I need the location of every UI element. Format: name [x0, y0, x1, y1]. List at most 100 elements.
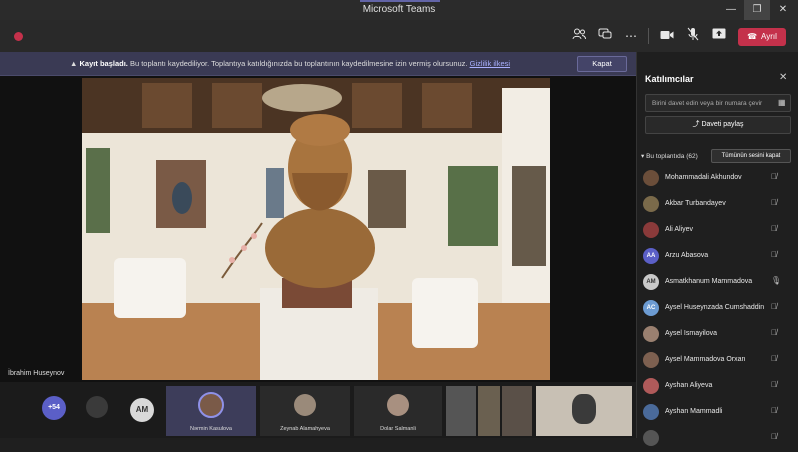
invite-input[interactable]: Birini davet edin veya bir numara çevir … — [645, 94, 791, 112]
avatar — [643, 170, 659, 186]
participant-name: Aysel Ismayilova — [665, 330, 718, 337]
avatar — [198, 392, 224, 418]
participant-tile[interactable]: Zeynab Alamahyeva — [260, 386, 350, 436]
avatar — [572, 394, 596, 424]
mic-off-icon: 🎙̸ — [771, 198, 777, 207]
avatar — [387, 394, 409, 416]
participant-video-tile[interactable] — [536, 386, 632, 436]
participant-video-tile[interactable] — [446, 386, 476, 436]
participant-tile[interactable]: Dolar Salmanli — [354, 386, 442, 436]
participant-row[interactable]: Ayshan Mammadli 🎙̸ — [637, 400, 798, 426]
section-label: Bu toplantıda (62) — [646, 153, 698, 160]
participant-tile[interactable]: AM — [122, 386, 162, 436]
avatar — [643, 378, 659, 394]
warning-icon: ▲ — [70, 59, 80, 68]
recording-title: Kayıt başladı. — [79, 59, 128, 68]
participant-name: Aysel Huseynzada Cumshaddin — [665, 304, 765, 311]
participant-name: Aysel Mammadova Orxan — [665, 356, 746, 363]
participant-row[interactable]: 🎙̸ — [637, 426, 798, 452]
recording-indicator-icon — [14, 32, 23, 41]
share-tray-icon[interactable] — [710, 27, 728, 45]
participant-strip: +54 AM Nərmin Kasulova Zeynab Alamahyeva… — [0, 382, 636, 438]
participant-name: Mohammadali Akhundov — [665, 174, 742, 181]
participants-panel: Katılımcılar ✕ Birini davet edin veya bi… — [636, 52, 798, 446]
title-accent-line — [360, 0, 440, 2]
meeting-toolbar: ⋯ ☎ Ayrıl — [0, 20, 798, 52]
participant-video-tile[interactable] — [478, 386, 500, 436]
avatar — [643, 326, 659, 342]
privacy-policy-link[interactable]: Gizlilik ilkesi — [470, 59, 510, 68]
participant-name: Ali Aliyev — [665, 226, 694, 233]
minimize-button[interactable]: — — [718, 0, 744, 20]
participant-name: Ayshan Mammadli — [665, 408, 723, 415]
participant-name: Zeynab Alamahyeva — [280, 426, 330, 432]
main-stage: İbrahim Huseynov — [0, 76, 636, 382]
participant-name: Dolar Salmanli — [380, 426, 416, 432]
invite-placeholder: Birini davet edin veya bir numara çevir — [652, 100, 763, 107]
in-meeting-section[interactable]: ▾ Bu toplantıda (62) — [641, 152, 698, 160]
close-window-button[interactable]: ✕ — [770, 0, 796, 20]
toolbar-divider — [648, 28, 649, 44]
participant-row[interactable]: Ayshan Aliyeva 🎙̸ — [637, 374, 798, 400]
mic-on-icon: 🎙 — [771, 276, 782, 285]
avatar — [643, 430, 659, 446]
mic-off-icon: 🎙̸ — [771, 250, 777, 259]
mic-off-icon: 🎙̸ — [771, 354, 777, 363]
mic-off-icon: 🎙̸ — [771, 406, 777, 415]
share-invite-label: Daveti paylaş — [701, 121, 744, 128]
participant-tile[interactable] — [80, 386, 116, 436]
participant-name: Arzu Abasova — [665, 252, 709, 259]
participant-tile-active[interactable]: Nərmin Kasulova — [166, 386, 256, 436]
panel-title: Katılımcılar — [645, 74, 694, 84]
participant-row[interactable]: Aysel Ismayilova 🎙̸ — [637, 322, 798, 348]
avatar — [643, 196, 659, 212]
avatar — [643, 352, 659, 368]
overflow-participants-badge[interactable]: +54 — [42, 396, 66, 420]
share-invite-button[interactable]: ⤴ Daveti paylaş — [645, 116, 791, 134]
mic-off-icon: 🎙̸ — [771, 224, 777, 233]
mute-all-button[interactable]: Tümünün sesini kapat — [711, 149, 791, 163]
participant-row[interactable]: Akbar Turbandayev 🎙̸ — [637, 192, 798, 218]
restore-button[interactable]: ❐ — [744, 0, 770, 20]
participant-name: Akbar Turbandayev — [665, 200, 726, 207]
participant-video-tile[interactable] — [502, 386, 532, 436]
recording-message: ▲ Kayıt başladı. Bu toplantı kaydediliyo… — [70, 59, 510, 68]
close-panel-icon[interactable]: ✕ — [779, 72, 787, 83]
avatar-initials: AC — [643, 300, 659, 316]
leave-button[interactable]: ☎ Ayrıl — [738, 28, 786, 46]
more-icon[interactable]: ⋯ — [622, 27, 640, 45]
participant-row[interactable]: AA Arzu Abasova 🎙̸ — [637, 244, 798, 270]
participant-row[interactable]: Aysel Mammadova Orxan 🎙̸ — [637, 348, 798, 374]
participant-name: Nərmin Kasulova — [190, 426, 232, 432]
mic-off-icon: 🎙̸ — [771, 172, 777, 181]
chat-icon[interactable] — [596, 27, 614, 45]
avatar-initials: AM — [130, 398, 154, 422]
camera-icon[interactable] — [658, 27, 676, 45]
avatar-initials: AA — [643, 248, 659, 264]
mic-off-icon: 🎙̸ — [771, 380, 777, 389]
participant-row[interactable]: Ali Aliyev 🎙̸ — [637, 218, 798, 244]
participant-row[interactable]: AM Asmatkhanum Mammadova 🎙 — [637, 270, 798, 296]
avatar — [643, 404, 659, 420]
dialpad-icon[interactable]: ▦ — [778, 98, 786, 107]
avatar — [643, 222, 659, 238]
mic-off-icon: 🎙̸ — [771, 432, 777, 441]
participant-name: Ayshan Aliyeva — [665, 382, 713, 389]
speaker-name-label: İbrahim Huseynov — [8, 370, 65, 377]
participant-row[interactable]: AC Aysel Huseynzada Cumshaddin 🎙̸ — [637, 296, 798, 322]
phone-hangup-icon: ☎ — [747, 32, 758, 41]
recording-banner: ▲ Kayıt başladı. Bu toplantı kaydediliyo… — [0, 52, 636, 76]
window-title: Microsoft Teams — [362, 4, 436, 15]
avatar-initials: AM — [643, 274, 659, 290]
title-bar: Microsoft Teams — ❐ ✕ — [0, 0, 798, 20]
avatar — [294, 394, 316, 416]
participant-list: Mohammadali Akhundov 🎙̸ Akbar Turbandaye… — [637, 166, 798, 452]
participants-icon[interactable] — [570, 27, 588, 45]
dismiss-banner-button[interactable]: Kapat — [577, 56, 627, 72]
recording-text: Bu toplantı kaydediliyor. Toplantıya kat… — [127, 59, 470, 68]
participant-name: Asmatkhanum Mammadova — [665, 278, 753, 285]
mic-off-icon[interactable] — [684, 27, 702, 45]
participant-row[interactable]: Mohammadali Akhundov 🎙̸ — [637, 166, 798, 192]
mic-off-icon: 🎙̸ — [771, 302, 777, 311]
avatar — [86, 396, 108, 418]
